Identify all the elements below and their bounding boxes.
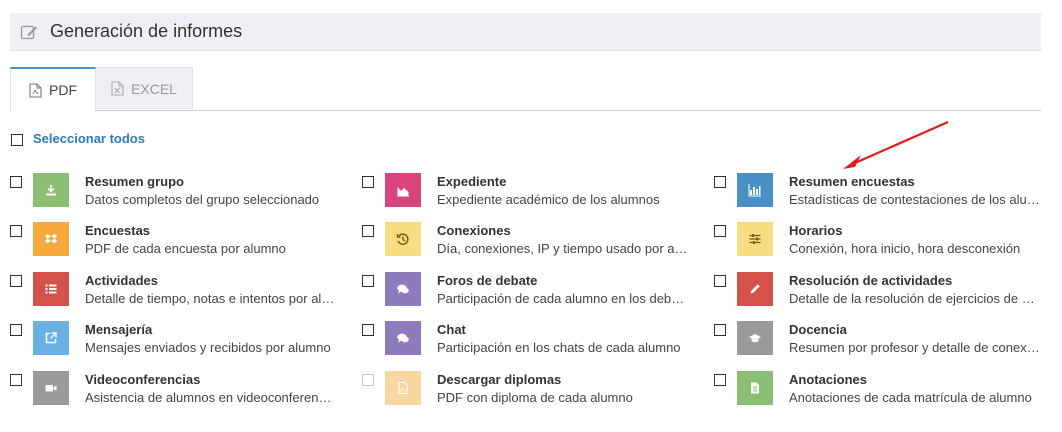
report-description: PDF de cada encuesta por alumno (85, 241, 286, 256)
tab-pdf[interactable]: PDF (10, 67, 96, 111)
report-name: Resumen encuestas (789, 174, 915, 189)
report-name: Mensajería (85, 322, 153, 337)
report-item: Chat Participación en los chats de cada a… (362, 321, 702, 357)
comments-icon (385, 321, 421, 355)
pdf-file-icon (29, 82, 42, 98)
report-item: Actividades Detalle de tiempo, notas e in… (10, 272, 350, 308)
sliders-icon (737, 222, 773, 256)
download-icon (33, 173, 69, 207)
report-description: Expediente académico de los alumnos (437, 192, 660, 207)
report-name: Foros de debate (437, 273, 538, 288)
report-description: Datos completos del grupo seleccionado (85, 192, 320, 207)
tab-excel[interactable]: EXCEL (96, 67, 193, 109)
tab-pdf-label: PDF (49, 82, 77, 98)
report-name: Encuestas (85, 223, 151, 238)
external-link-icon (33, 321, 69, 355)
report-item: Mensajería Mensajes enviados y recibidos … (10, 321, 350, 357)
report-name: Chat (437, 322, 466, 337)
report-checkbox[interactable] (10, 176, 22, 188)
history-icon (385, 222, 421, 256)
report-item: Descargar diplomas PDF con diploma de cad… (362, 371, 702, 407)
page-title: Generación de informes (50, 21, 243, 41)
report-item: Anotaciones Anotaciones de cada matrícula… (714, 371, 1054, 407)
report-item: Videoconferencias Asistencia de alumnos e… (10, 371, 350, 407)
dropbox-icon (33, 222, 69, 256)
report-item: Encuestas PDF de cada encuesta por alumno (10, 222, 350, 258)
select-all-link[interactable]: Seleccionar todos (33, 131, 145, 146)
page-header: Generación de informes (10, 13, 1041, 51)
excel-file-icon (111, 81, 124, 96)
report-description: Asistencia de alumnos en videoconferenci… (85, 390, 337, 405)
report-description: Conexión, hora inicio, hora desconexión (789, 241, 1021, 256)
report-checkbox[interactable] (10, 324, 22, 336)
report-item: Resolución de actividades Detalle de la r… (714, 272, 1054, 308)
bar-chart-icon (737, 173, 773, 207)
report-checkbox[interactable] (10, 275, 22, 287)
graduation-cap-icon (737, 321, 773, 355)
report-checkbox[interactable] (714, 225, 726, 237)
select-all-checkbox[interactable] (11, 134, 23, 146)
report-item: Expediente Expediente académico de los al… (362, 173, 702, 209)
report-name: Resumen grupo (85, 174, 184, 189)
report-item: Resumen grupo Datos completos del grupo s… (10, 173, 350, 209)
tab-excel-label: EXCEL (131, 80, 177, 97)
report-item: Horarios Conexión, hora inicio, hora desc… (714, 222, 1054, 258)
report-checkbox[interactable] (10, 225, 22, 237)
report-item: Resumen encuestas Estadísticas de contest… (714, 173, 1054, 209)
edit-icon (20, 23, 38, 41)
report-description: Participación de cada alumno en los deba… (437, 291, 689, 306)
report-description: PDF con diploma de cada alumno (437, 390, 633, 405)
report-description: Anotaciones de cada matrícula de alumno (789, 390, 1032, 405)
report-name: Docencia (789, 322, 847, 337)
report-item: Foros de debate Participación de cada alu… (362, 272, 702, 308)
report-name: Anotaciones (789, 372, 868, 387)
report-description: Mensajes enviados y recibidos por alumno (85, 340, 331, 355)
report-checkbox[interactable] (10, 374, 22, 386)
report-checkbox[interactable] (362, 324, 374, 336)
report-item: Conexiones Día, conexiones, IP y tiempo u… (362, 222, 702, 258)
document-icon (737, 371, 773, 405)
report-checkbox[interactable] (362, 225, 374, 237)
report-name: Expediente (437, 174, 507, 189)
report-description: Participación en los chats de cada alumn… (437, 340, 681, 355)
report-name: Descargar diplomas (437, 372, 562, 387)
report-description: Detalle de tiempo, notas e intentos por … (85, 291, 337, 306)
area-chart-icon (385, 173, 421, 207)
report-description: Estadísticas de contestaciones de los al… (789, 192, 1041, 207)
comments-icon (385, 272, 421, 306)
report-description: Resumen por profesor y detalle de conexi… (789, 340, 1041, 355)
report-checkbox[interactable] (362, 176, 374, 188)
report-name: Horarios (789, 223, 843, 238)
report-description: Detalle de la resolución de ejercicios d… (789, 291, 1041, 306)
report-checkbox (362, 374, 374, 386)
report-name: Actividades (85, 273, 158, 288)
pencil-icon (737, 272, 773, 306)
report-checkbox[interactable] (714, 275, 726, 287)
report-checkbox[interactable] (714, 324, 726, 336)
list-icon (33, 272, 69, 306)
pdf-file-icon (385, 371, 421, 405)
red-arrow-annotation (843, 120, 949, 169)
report-description: Día, conexiones, IP y tiempo usado por a… (437, 241, 689, 256)
report-checkbox[interactable] (714, 374, 726, 386)
tab-bar: PDF EXCEL (10, 67, 1041, 111)
report-item: Docencia Resumen por profesor y detalle d… (714, 321, 1054, 357)
report-name: Resolución de actividades (789, 273, 953, 288)
video-camera-icon (33, 371, 69, 405)
report-name: Videoconferencias (85, 372, 201, 387)
report-name: Conexiones (437, 223, 511, 238)
report-checkbox[interactable] (714, 176, 726, 188)
report-checkbox[interactable] (362, 275, 374, 287)
